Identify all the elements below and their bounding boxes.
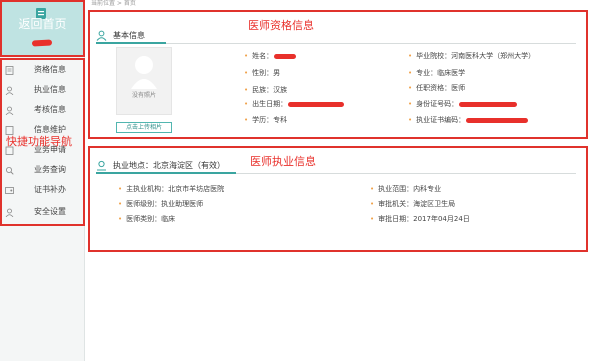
home-link[interactable]: 返回首页 [0,0,85,57]
quick-nav: 资格信息 执业信息 考核信息 信息维护 业务申请 业务查询 证书补办 安全设置 … [0,58,85,226]
sidebar-item-label: 证书补办 [34,185,66,194]
category-field: • 医师类别：临床 [118,215,176,223]
birth-date-field: • 出生日期： [244,100,345,109]
user-icon [96,30,107,41]
basic-info-panel: 医师资格信息 基本信息 没有照片 点击上传相片 • 姓名： • 性别：男 • 民族：汉… [88,10,588,139]
document-icon [5,66,14,75]
person-icon [5,86,14,95]
sidebar-item-label: 信息维护 [34,125,66,134]
photo-placeholder: 没有照片 [116,47,172,115]
upload-photo-button[interactable]: 点击上传相片 [116,122,172,133]
sidebar-item-label: 执业信息 [34,85,66,94]
authority-field: • 审批机关：海淀区卫生局 [370,200,456,208]
avatar-silhouette-icon [131,56,157,89]
approval-date-field: • 审批日期：2017年04月24日 [370,215,470,223]
sidebar-item-practice[interactable]: 执业信息 [2,81,83,101]
breadcrumb: 当前位置 > 首页 [91,0,136,7]
certificate-icon [5,187,14,194]
major-field: • 专业：临床医学 [408,69,466,77]
sidebar-item-label: 资格信息 [34,65,66,74]
practice-location-title: 执业地点：北京海淀区（有效） [113,161,225,170]
location-pin-icon [97,160,106,171]
header-accent-line [96,42,166,44]
education-field: • 学历：专科 [244,116,288,124]
home-label: 返回首页 [18,17,67,31]
header-accent-line [96,172,236,174]
sidebar-item-qualification[interactable]: 资格信息 [2,61,83,81]
person-icon [5,106,14,115]
qualification-field: • 任职资格：医师 [408,84,466,92]
id-number-field: • 身份证号码： [408,100,518,109]
practice-info-panel: 医师执业信息 执业地点：北京海淀区（有效） • 主执业机构：北京市羊坊店医院 • 医… [88,146,588,252]
ethnicity-field: • 民族：汉族 [244,86,288,94]
quick-nav-annotation: 快捷功能导航 [6,135,72,148]
scope-field: • 执业范围：内科专业 [370,185,442,193]
gender-field: • 性别：男 [244,69,281,77]
sidebar-item-query[interactable]: 业务查询 [2,161,83,181]
cert-number-field: • 执业证书编码： [408,116,529,125]
basic-info-header: 基本信息 [96,30,576,44]
no-photo-text: 没有照片 [131,92,156,99]
institution-field: • 主执业机构：北京市羊坊店医院 [118,185,225,193]
sidebar-item-label: 考核信息 [34,105,66,114]
basic-info-title: 基本信息 [113,31,145,40]
name-field: • 姓名： [244,52,297,61]
sidebar-item-label: 业务查询 [34,165,66,174]
sidebar-item-label: 安全设置 [34,207,66,216]
page: 当前位置 > 首页 返回首页 资格信息 执业信息 考核信息 信息维护 业务申请 … [0,0,592,361]
sidebar-item-reissue[interactable]: 证书补办 [2,181,83,201]
user-lock-icon [5,208,14,217]
sidebar: 返回首页 资格信息 执业信息 考核信息 信息维护 业务申请 业务查询 证书补办 … [0,0,85,361]
sidebar-item-security[interactable]: 安全设置 [2,203,83,223]
practice-info-header: 执业地点：北京海淀区（有效） [96,160,576,174]
level-field: • 医师级别：执业助理医师 [118,200,204,208]
document-icon [5,126,14,135]
search-icon [6,167,14,175]
sidebar-item-assessment[interactable]: 考核信息 [2,101,83,121]
school-field: • 毕业院校：河南医科大学（郑州大学） [408,52,536,60]
redacted-user-name [31,39,53,47]
